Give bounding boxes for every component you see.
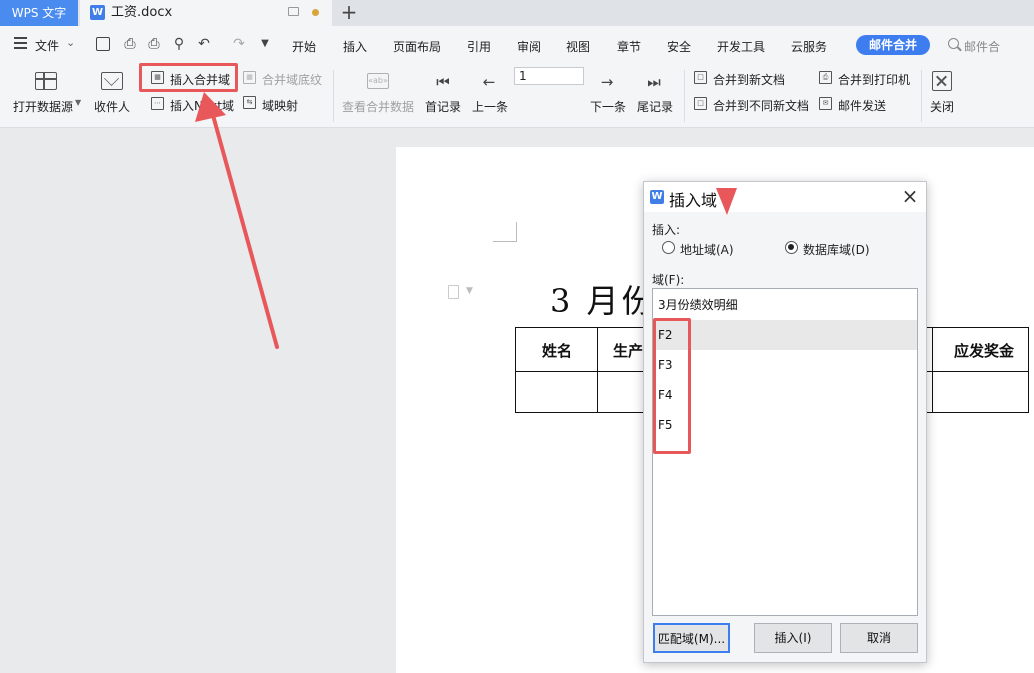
more-chevron-icon[interactable]: ▼ (257, 36, 273, 52)
page-corner-mark (493, 222, 517, 242)
tab-mail-merge[interactable]: 邮件合并 (856, 35, 930, 55)
field-shading-icon: ▦ (243, 71, 256, 84)
menu-bar: 文件 ⌄ ⎙ ⎙ ⚲ ↶ ↷ ▼ 开始 插入 页面布局 引用 审阅 视图 章节 … (0, 26, 1034, 64)
document-heading: 3 月份 (550, 282, 657, 320)
chevron-down-icon[interactable]: ⌄ (66, 36, 75, 49)
dialog-title: 插入域 (669, 191, 718, 210)
tab-chapter[interactable]: 章节 (617, 38, 641, 55)
export-pdf-icon[interactable]: ⎙ (122, 36, 138, 52)
tab-cloud[interactable]: 云服务 (791, 38, 827, 55)
document-tab[interactable]: W 工资.docx (80, 0, 332, 26)
database-field-radio[interactable] (785, 241, 798, 254)
insert-button[interactable]: 插入(I) (754, 623, 832, 653)
file-menu[interactable]: 文件 (35, 37, 59, 54)
mail-send-icon[interactable]: ✉ (819, 97, 832, 110)
unsaved-dot-icon (312, 9, 319, 16)
prev-record-button[interactable]: 上一条 (472, 98, 508, 115)
table-header-name: 姓名 (542, 342, 573, 360)
redo-icon[interactable]: ↷ (231, 36, 247, 52)
chevron-down-icon[interactable]: ▼ (466, 286, 473, 296)
close-merge-button[interactable]: 关闭 (930, 98, 954, 115)
table-column-divider (597, 328, 598, 412)
list-item[interactable]: F4 (653, 380, 917, 410)
ribbon-divider (921, 70, 922, 122)
view-merged-data-icon: «ab» (367, 73, 389, 89)
insert-next-field-button[interactable]: 插入Next域 (170, 97, 234, 114)
table-header-bonus: 应发奖金 (954, 342, 1015, 360)
open-datasource-button[interactable]: 打开数据源 (13, 98, 73, 115)
list-item[interactable]: F2 (653, 320, 917, 350)
print-icon[interactable]: ⎙ (146, 36, 162, 52)
insert-next-field-icon[interactable]: ⋯ (151, 97, 164, 110)
tab-insert[interactable]: 插入 (343, 38, 367, 55)
first-record-icon[interactable]: ⏮ (436, 74, 450, 90)
print-preview-icon[interactable]: ⚲ (171, 36, 187, 52)
insert-type-label: 插入: (652, 223, 681, 237)
new-tab-button[interactable]: + (338, 0, 360, 24)
next-record-button[interactable]: 下一条 (590, 98, 626, 115)
save-icon[interactable] (96, 37, 110, 51)
tab-view[interactable]: 视图 (566, 38, 590, 55)
last-record-icon[interactable]: ⏭ (647, 74, 661, 90)
ribbon-divider (333, 70, 334, 122)
tab-references[interactable]: 引用 (467, 38, 491, 55)
data-source-icon[interactable] (35, 72, 57, 90)
view-merged-data-button: 查看合并数据 (342, 100, 415, 114)
list-item[interactable]: F3 (653, 350, 917, 380)
annotation-highlight-fields (653, 318, 691, 454)
merge-new-doc-button[interactable]: 合并到新文档 (713, 71, 785, 88)
app-tab[interactable]: WPS 文字 (0, 0, 78, 26)
close-icon[interactable]: × (900, 185, 920, 207)
record-number-input[interactable]: 1 (514, 67, 584, 85)
next-record-icon[interactable]: → (600, 74, 614, 90)
fields-label: 域(F): (652, 273, 685, 287)
search-box[interactable]: 邮件合 (964, 38, 1000, 55)
tab-security[interactable]: 安全 (667, 38, 691, 55)
address-field-radio-label[interactable]: 地址域(A) (680, 241, 734, 258)
printer-icon[interactable]: ⎙ (819, 71, 832, 84)
wps-writer-icon: W (90, 5, 105, 20)
wps-writer-icon: W (650, 190, 664, 204)
recipients-icon[interactable] (101, 72, 123, 90)
first-record-button[interactable]: 首记录 (425, 98, 461, 115)
last-record-button[interactable]: 尾记录 (637, 98, 673, 115)
recipients-button[interactable]: 收件人 (94, 98, 130, 115)
hamburger-menu-icon[interactable] (14, 37, 27, 49)
merge-diff-docs-button[interactable]: 合并到不同新文档 (713, 97, 809, 114)
paragraph-options-icon[interactable] (448, 285, 459, 299)
annotation-arrow-insert-field (195, 92, 279, 349)
match-fields-button[interactable]: 匹配域(M)... (653, 623, 730, 653)
tab-page-layout[interactable]: 页面布局 (393, 38, 441, 55)
dialog-title-bar[interactable]: W 插入域 × (644, 182, 926, 212)
monitor-icon[interactable] (288, 7, 299, 16)
field-mapping-button[interactable]: 域映射 (262, 97, 298, 114)
undo-icon[interactable]: ↶ (196, 36, 212, 52)
document-tab-label: 工资.docx (111, 5, 173, 20)
table-column-divider (932, 328, 933, 412)
prev-record-icon[interactable]: ← (482, 74, 496, 90)
list-item[interactable]: 3月份绩效明细 (653, 290, 917, 320)
database-field-radio-label[interactable]: 数据库域(D) (803, 241, 870, 258)
field-list[interactable]: 3月份绩效明细 F2 F3 F4 F5 (652, 288, 918, 616)
cancel-button[interactable]: 取消 (840, 623, 918, 653)
merge-new-doc-icon[interactable]: □ (694, 71, 707, 84)
title-bar: WPS 文字 W 工资.docx + (0, 0, 1034, 26)
field-mapping-icon[interactable]: ⇆ (243, 96, 256, 109)
merge-diff-docs-icon[interactable]: □ (694, 97, 707, 110)
search-icon[interactable] (948, 38, 959, 49)
address-field-radio[interactable] (662, 241, 675, 254)
open-datasource-chevron-icon[interactable]: ▼ (75, 98, 81, 107)
table-header-production: 生产 (613, 342, 644, 360)
tab-start[interactable]: 开始 (292, 38, 316, 55)
list-item[interactable]: F5 (653, 410, 917, 440)
merge-field-shading-button: 合并域底纹 (262, 73, 323, 87)
ribbon-divider (684, 70, 685, 122)
mail-send-button[interactable]: 邮件发送 (838, 97, 886, 114)
close-merge-icon[interactable] (932, 71, 952, 91)
merge-printer-button[interactable]: 合并到打印机 (838, 71, 910, 88)
tab-developer[interactable]: 开发工具 (717, 38, 765, 55)
tab-review[interactable]: 审阅 (517, 38, 541, 55)
annotation-highlight-insert-field (139, 63, 238, 92)
